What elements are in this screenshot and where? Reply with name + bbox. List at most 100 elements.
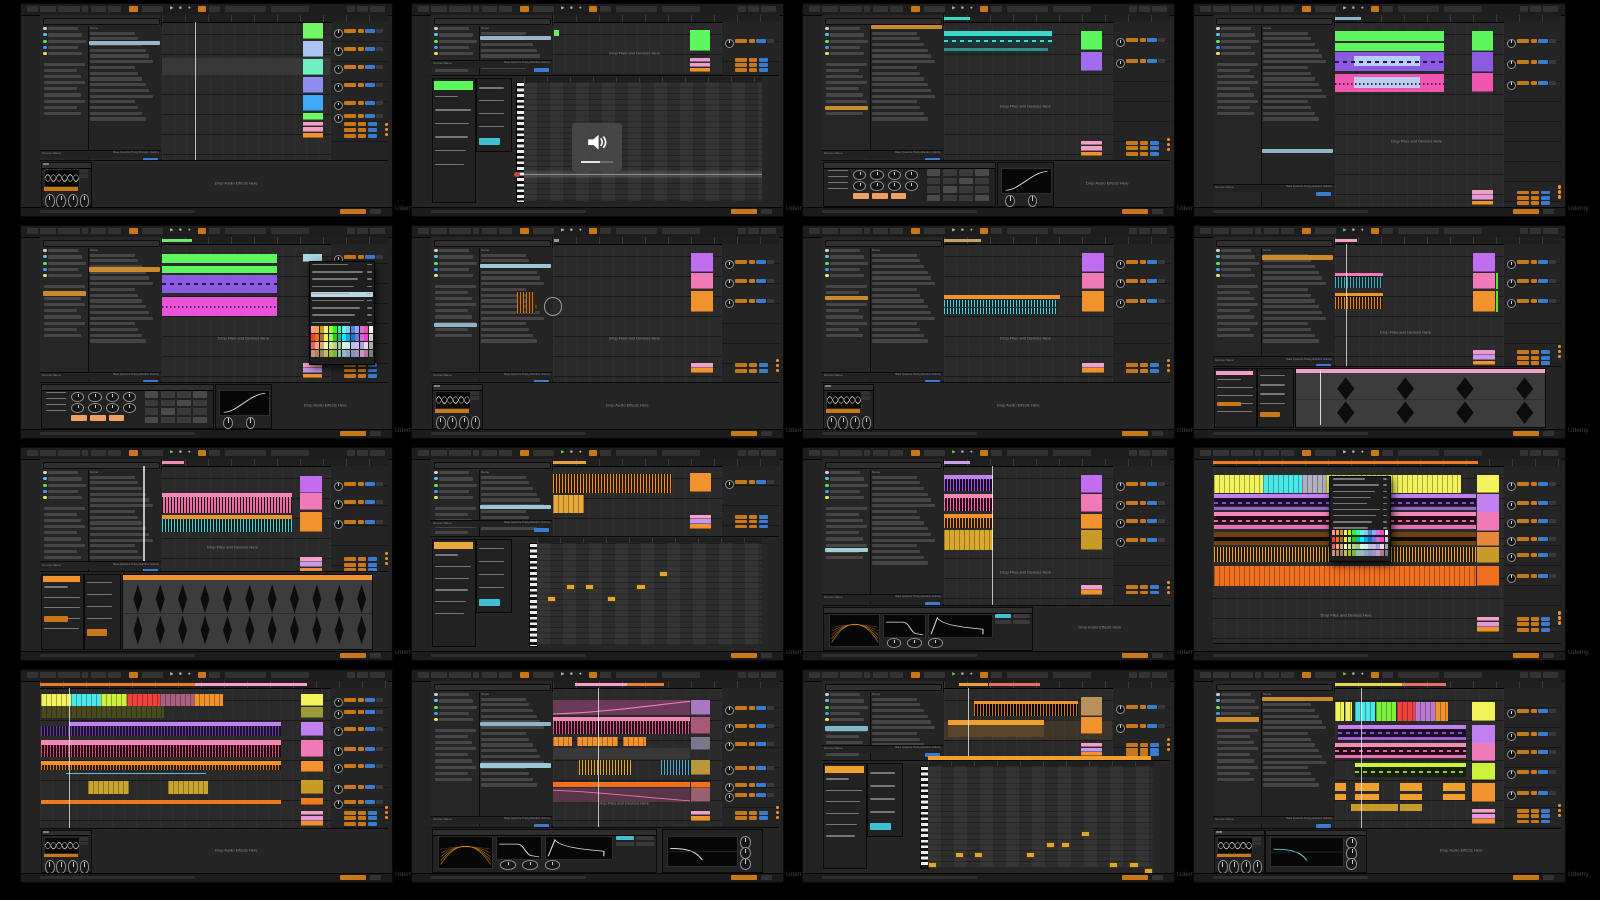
browser-list-item[interactable]	[872, 83, 928, 86]
lfo-value-chip2[interactable]	[862, 396, 871, 400]
time-signature-chip[interactable]	[533, 450, 555, 456]
time-signature-chip[interactable]	[1315, 672, 1337, 678]
loop-chip[interactable]	[1371, 228, 1380, 234]
status-chip-orange[interactable]	[731, 875, 757, 880]
mixer-chip-blue[interactable]	[1147, 705, 1157, 709]
browser-list-item[interactable]	[1263, 294, 1311, 297]
device-knob[interactable]	[45, 860, 55, 873]
mixer-chip-small[interactable]	[749, 724, 755, 728]
punch-chip[interactable]	[209, 450, 220, 456]
browser-list-item[interactable]	[90, 106, 138, 109]
browser-sidebar-item[interactable]	[826, 93, 863, 96]
return-chip-orange2[interactable]	[358, 816, 366, 820]
clip-block[interactable]	[127, 694, 160, 705]
record-button[interactable]: ●	[970, 450, 973, 455]
mixer-chip-small[interactable]	[1531, 260, 1537, 264]
mixer-chip-small[interactable]	[1531, 709, 1537, 713]
transport-left-chip[interactable]	[1255, 6, 1261, 12]
browser-sidebar-item[interactable]	[1221, 693, 1251, 696]
session-clip-cell[interactable]	[303, 113, 323, 120]
context-menu-item[interactable]	[1333, 527, 1368, 528]
browser-list-item[interactable]	[872, 334, 924, 337]
browser-list-item[interactable]	[872, 305, 928, 308]
envelope-chip[interactable]	[87, 629, 106, 636]
transport-left-chip[interactable]	[1200, 672, 1211, 678]
rack-cell-chip[interactable]	[193, 417, 207, 424]
return-chip-orange[interactable]	[344, 822, 357, 826]
return-chip-orange[interactable]	[735, 520, 748, 524]
session-clip-cell[interactable]	[301, 740, 323, 757]
session-clip-cell[interactable]	[1473, 253, 1495, 272]
loop-chip[interactable]	[589, 672, 598, 678]
punch-chip[interactable]	[600, 672, 611, 678]
device-knob[interactable]	[471, 416, 481, 430]
browser-sidebar-item[interactable]	[1217, 75, 1254, 78]
transport-left-chip[interactable]	[809, 6, 820, 12]
browser-list-item[interactable]	[872, 720, 931, 723]
record-button[interactable]: ●	[188, 228, 191, 233]
mixer-chip-small[interactable]	[358, 29, 364, 33]
browser-list-item[interactable]	[90, 294, 138, 297]
transport-right-chip[interactable]	[1520, 672, 1527, 678]
return-chip-orange[interactable]	[1126, 146, 1139, 150]
browser-sidebar-item[interactable]	[826, 753, 859, 756]
browser-sidebar-item[interactable]	[435, 285, 476, 288]
browser-list-item[interactable]	[481, 778, 533, 781]
clip-block[interactable]	[1376, 702, 1396, 721]
transport-left-chip[interactable]	[449, 6, 471, 12]
record-button[interactable]: ●	[970, 6, 973, 11]
status-chip-gray[interactable]	[761, 653, 772, 658]
play-button[interactable]: ▶	[952, 672, 955, 677]
transport-left-chip[interactable]	[473, 228, 479, 234]
browser-sidebar-item[interactable]	[435, 328, 468, 331]
mixer-chip-orange[interactable]	[1517, 260, 1530, 264]
color-palette-swatch[interactable]	[1344, 544, 1348, 550]
browser-list-item[interactable]	[872, 43, 924, 46]
clip-block[interactable]	[944, 479, 993, 492]
color-palette-swatch[interactable]	[1372, 544, 1376, 550]
status-chip-gray[interactable]	[1152, 875, 1163, 880]
mixer-chip-blue[interactable]	[1538, 60, 1548, 64]
mixer-chip-blue[interactable]	[365, 47, 375, 51]
clip-block[interactable]	[554, 30, 559, 36]
color-palette-swatch[interactable]	[315, 326, 319, 333]
browser-list-item[interactable]	[90, 259, 138, 262]
mixer-chip-small[interactable]	[1531, 750, 1537, 754]
browser-sidebar-item[interactable]	[1221, 262, 1258, 265]
return-chip-orange2[interactable]	[1531, 361, 1539, 365]
mixer-chip-orange[interactable]	[344, 101, 357, 105]
return-chip-orange[interactable]	[1517, 617, 1530, 621]
browser-selected-category[interactable]	[43, 291, 86, 295]
transport-left-chip[interactable]	[431, 6, 448, 12]
browser-list-item[interactable]	[90, 77, 142, 80]
status-chip-orange[interactable]	[1513, 653, 1539, 658]
browser-list-item[interactable]	[90, 510, 135, 513]
browser-list-item[interactable]	[1263, 732, 1308, 735]
mixer-chip-small[interactable]	[358, 698, 364, 702]
browser-list-item[interactable]	[481, 43, 533, 46]
browser-list-item[interactable]	[872, 527, 928, 530]
clip-block[interactable]	[41, 745, 280, 758]
color-palette-swatch[interactable]	[369, 350, 373, 357]
return-chip-orange2[interactable]	[358, 557, 366, 561]
browser-sidebar-item[interactable]	[830, 490, 860, 493]
transport-left-chip[interactable]	[1264, 672, 1279, 678]
transport-right-chip[interactable]	[748, 228, 759, 234]
midi-note[interactable]	[1026, 852, 1035, 858]
mixer-chip-blue[interactable]	[1538, 519, 1548, 523]
clip-block[interactable]	[194, 694, 224, 705]
rack-cell-chip[interactable]	[193, 400, 207, 407]
clip-block[interactable]	[553, 700, 690, 715]
rack-cell-chip[interactable]	[177, 400, 191, 407]
transport-right-chip[interactable]	[1530, 672, 1541, 678]
mixer-chip-gray[interactable]	[767, 39, 774, 43]
clip-block[interactable]	[162, 254, 277, 264]
return-chip-blue[interactable]	[1150, 743, 1160, 747]
return-track-cell[interactable]	[303, 374, 322, 379]
browser-selected-row[interactable]	[1262, 149, 1333, 153]
session-clip-cell[interactable]	[691, 273, 713, 290]
browser-sidebar-item[interactable]	[439, 255, 472, 258]
return-chip-blue[interactable]	[1150, 591, 1160, 595]
color-palette-swatch[interactable]	[1332, 537, 1336, 543]
return-chip-orange[interactable]	[1126, 141, 1139, 145]
